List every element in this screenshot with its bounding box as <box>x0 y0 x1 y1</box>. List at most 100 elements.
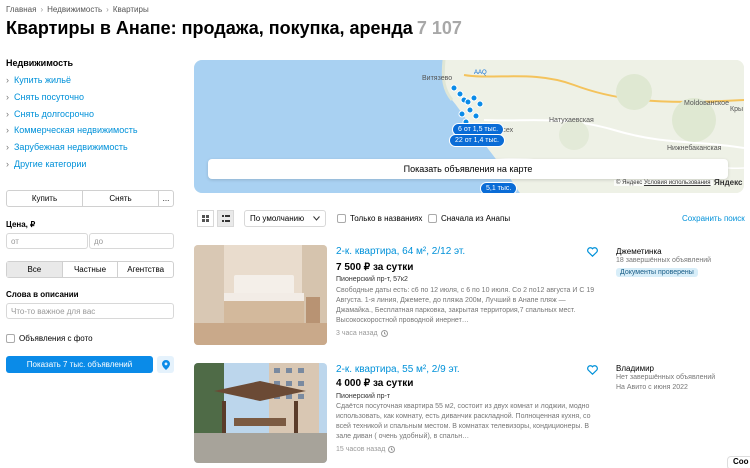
category-label: Снять долгосрочно <box>14 109 95 119</box>
grid-view-button[interactable] <box>197 210 214 227</box>
seller-type-private[interactable]: Частные <box>63 262 119 277</box>
listing-photo[interactable] <box>194 363 327 463</box>
map-place-label: Моldованское <box>684 100 729 107</box>
first-anapa-row[interactable]: Сначала из Анапы <box>428 214 510 223</box>
show-on-map-button[interactable]: Показать объявления на карте <box>208 159 728 179</box>
category-label: Другие категории <box>14 159 87 169</box>
category-item-daily-rent[interactable]: › Снять посуточно <box>6 92 84 102</box>
map-cluster[interactable]: 5,1 тыс. <box>480 182 518 193</box>
sort-select[interactable]: По умолчанию <box>244 210 326 227</box>
list-view-button[interactable] <box>217 210 234 227</box>
listing-description: Свободные даты есть: с6 по 12 июля, с 6 … <box>336 287 595 324</box>
map-pin-button[interactable] <box>157 356 174 373</box>
price-from-input[interactable]: от <box>6 233 88 249</box>
map-brand-logo: Яндекс <box>714 178 743 187</box>
map-place-label: Натухаевская <box>549 117 594 124</box>
listing-time: 15 часов назад <box>336 446 396 453</box>
seller-type-agency[interactable]: Агентства <box>118 262 173 277</box>
breadcrumb-home[interactable]: Главная <box>6 5 36 14</box>
map-copyright-text: © Яндекс <box>616 180 643 186</box>
seller-name[interactable]: Джеметинка <box>616 247 662 256</box>
listing-address: Пионерский пр-т <box>336 393 391 400</box>
category-item-commercial[interactable]: › Коммерческая недвижимость <box>6 125 138 135</box>
seller-type-selector: Все Частные Агентства <box>6 261 174 278</box>
price-label: Цена, ₽ <box>6 220 36 229</box>
seller-stats: Нет завершённых объявлений <box>616 374 716 381</box>
result-count: 7 107 <box>416 18 462 38</box>
category-label: Снять посуточно <box>14 92 85 102</box>
breadcrumb-separator: › <box>106 5 109 14</box>
price-to-input[interactable]: до <box>89 233 174 249</box>
listing-description: Сдаётся посуточная квартира 55 м2, состо… <box>336 403 591 440</box>
grid-view-icon <box>202 215 209 222</box>
seller-name[interactable]: Владимир <box>616 364 654 373</box>
map-pin-icon <box>161 359 170 370</box>
category-item-buy[interactable]: › Купить жильё <box>6 75 71 85</box>
deal-type-rent[interactable]: Снять <box>83 191 159 206</box>
first-anapa-label: Сначала из Анапы <box>441 214 511 223</box>
listing-price: 4 000 ₽ за сутки <box>336 378 414 389</box>
category-heading: Недвижимость <box>6 58 74 68</box>
category-label: Зарубежная недвижимость <box>14 142 128 152</box>
deal-type-more[interactable]: ... <box>159 191 173 206</box>
first-anapa-checkbox[interactable] <box>428 214 437 223</box>
deal-type-buy[interactable]: Купить <box>7 191 83 206</box>
only-titles-checkbox[interactable] <box>337 214 346 223</box>
chevron-down-icon <box>313 216 320 221</box>
page-title: Квартиры в Анапе: продажа, покупка, арен… <box>6 18 462 39</box>
deal-type-selector: Купить Снять ... <box>6 190 174 207</box>
only-titles-row[interactable]: Только в названиях <box>337 214 422 223</box>
only-titles-label: Только в названиях <box>350 214 423 223</box>
chat-widget[interactable]: Соо <box>727 456 750 468</box>
map-place-label: Кры <box>730 106 744 113</box>
listing-time-text: 3 часа назад <box>336 330 378 337</box>
listing-photo-building <box>194 363 327 463</box>
chevron-right-icon: › <box>6 125 9 135</box>
documents-verified-badge: Документы проверены <box>616 268 698 277</box>
category-item-long-rent[interactable]: › Снять долгосрочно <box>6 109 94 119</box>
listing-time-text: 15 часов назад <box>336 446 386 453</box>
listing-photo[interactable] <box>194 245 327 345</box>
listing-price: 7 500 ₽ за сутки <box>336 262 414 273</box>
map-terms-link[interactable]: Условия использования <box>644 180 711 186</box>
breadcrumb-real-estate[interactable]: Недвижимость <box>47 5 102 14</box>
with-photo-label: Объявления с фото <box>19 334 93 343</box>
description-words-input[interactable]: Что-то важное для вас <box>6 303 174 319</box>
listing-address: Пионерский пр-т, 57к2 <box>336 276 408 283</box>
chevron-right-icon: › <box>6 109 9 119</box>
description-words-label: Слова в описании <box>6 290 79 299</box>
chevron-right-icon: › <box>6 142 9 152</box>
show-results-button[interactable]: Показать 7 тыс. объявлений <box>6 356 153 373</box>
seller-stats: 18 завершённых объявлений <box>616 257 712 264</box>
listing-time: 3 часа назад <box>336 330 388 337</box>
map-place-label: Нижнебаканская <box>667 145 722 152</box>
category-label: Коммерческая недвижимость <box>14 125 138 135</box>
page-title-text: Квартиры в Анапе: продажа, покупка, арен… <box>6 18 413 38</box>
clock-icon <box>380 330 388 337</box>
favorite-heart-icon[interactable] <box>587 365 598 375</box>
with-photo-checkbox[interactable] <box>6 334 15 343</box>
sort-value: По умолчанию <box>250 214 305 223</box>
breadcrumb-separator: › <box>40 5 44 14</box>
listing-title[interactable]: 2-к. квартира, 55 м², 2/9 эт. <box>336 364 460 375</box>
favorite-heart-icon[interactable] <box>587 247 598 257</box>
breadcrumb: Главная › Недвижимость › Квартиры <box>6 5 149 14</box>
breadcrumb-apartments[interactable]: Квартиры <box>113 5 149 14</box>
chevron-right-icon: › <box>6 75 9 85</box>
chevron-right-icon: › <box>6 159 9 169</box>
map-widget[interactable]: Витязево Моldованское Натухаевская Нижне… <box>194 60 744 193</box>
listing-title[interactable]: 2-к. квартира, 64 м², 2/12 эт. <box>336 246 465 257</box>
seller-type-all[interactable]: Все <box>7 262 63 277</box>
with-photo-checkbox-row[interactable]: Объявления с фото <box>6 334 93 343</box>
category-item-abroad[interactable]: › Зарубежная недвижимость <box>6 142 128 152</box>
map-airport-label: ААQ <box>474 70 487 76</box>
category-item-other[interactable]: › Другие категории <box>6 159 86 169</box>
list-view-icon <box>221 215 230 222</box>
map-cluster[interactable]: 22 от 1,4 тыс. <box>449 134 505 147</box>
save-search-link[interactable]: Сохранить поиск <box>682 214 745 223</box>
map-copyright: © Яндекс Условия использования <box>614 180 713 186</box>
category-label: Купить жильё <box>14 75 71 85</box>
listing-photo-bedroom <box>194 245 327 345</box>
clock-icon <box>388 446 396 453</box>
seller-member-since: На Авито с июня 2022 <box>616 384 688 391</box>
